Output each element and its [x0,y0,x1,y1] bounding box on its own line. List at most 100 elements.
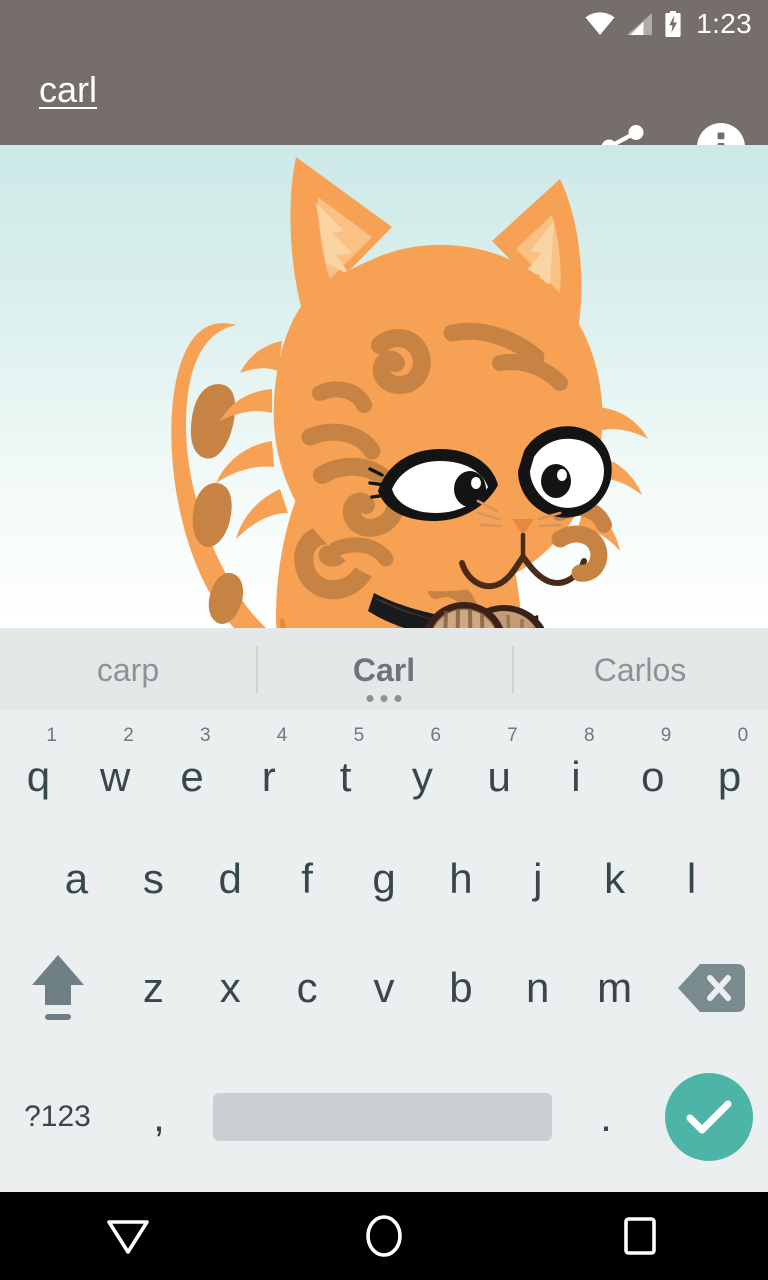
cellular-signal-icon [626,12,653,36]
android-navigation-bar [0,1192,768,1280]
suggestion-label: Carl [352,651,416,688]
app-toolbar: carl [0,48,768,177]
key-label: k [604,854,626,902]
key-u[interactable]: 7 u [461,711,538,824]
key-label: z [142,963,164,1011]
key-label: i [571,752,581,800]
enter-circle [665,1073,753,1161]
key-q[interactable]: 1 q [0,711,77,824]
suggestion-item-0[interactable]: carp [0,628,256,711]
key-comma[interactable]: , [115,1093,203,1141]
suggestion-item-1[interactable]: Carl [256,628,512,711]
suggestion-label: Carlos [593,651,687,688]
status-bar: 1:23 [0,0,768,48]
key-i[interactable]: 8 i [538,711,615,824]
search-input[interactable]: carl [39,68,567,112]
key-v[interactable]: v [346,933,423,1042]
key-a[interactable]: a [38,824,115,933]
key-label: t [339,752,352,800]
back-triangle-icon [107,1220,149,1254]
key-label: , [153,1093,165,1141]
checkmark-icon [686,1100,732,1134]
wifi-icon [585,12,615,36]
nav-home-button[interactable] [256,1214,512,1258]
key-c[interactable]: c [269,933,346,1042]
key-hint: 8 [583,725,595,746]
key-label: n [526,963,550,1011]
key-symbols-toggle[interactable]: ?123 [0,1100,115,1134]
key-hint: 7 [507,725,518,746]
key-hint: 6 [430,725,441,746]
key-hint: 3 [199,725,211,746]
key-label: f [301,854,313,902]
key-space[interactable] [213,1093,552,1141]
on-screen-keyboard: 1 q 2 w 3 e 4 r 5 t 6 y 7 u 8 i 9 o 0 p … [0,711,768,1192]
suggestion-label: carp [96,651,160,688]
key-shift[interactable] [0,933,115,1042]
key-b[interactable]: b [422,933,499,1042]
key-g[interactable]: g [346,824,423,933]
key-hint: 2 [123,725,134,746]
image-preview-area[interactable] [0,145,768,628]
keyboard-row-2: a s d f g h j k l [0,824,768,933]
key-label: x [219,963,241,1011]
key-e[interactable]: 3 e [154,711,231,824]
key-backspace[interactable] [653,933,768,1042]
key-o[interactable]: 9 o [614,711,691,824]
key-label: a [64,854,89,902]
shift-arrow-icon [31,954,84,1020]
key-hint: 1 [46,725,57,746]
phone-screen: 1:23 carl carp Carl Carlos 1 q 2 w 3 e 4… [0,0,768,1280]
cat-illustration-image [0,145,768,628]
key-label: h [449,854,473,902]
keyboard-row-1: 1 q 2 w 3 e 4 r 5 t 6 y 7 u 8 i 9 o 0 p [0,711,768,824]
key-z[interactable]: z [115,933,192,1042]
key-label: v [373,963,395,1011]
key-m[interactable]: m [576,933,653,1042]
key-label: d [218,854,242,902]
search-input-value: carl [39,69,98,110]
key-hint: 4 [276,725,288,746]
key-x[interactable]: x [192,933,269,1042]
key-h[interactable]: h [422,824,499,933]
backspace-icon [677,963,745,1012]
key-hint: 5 [353,725,365,746]
key-label: c [296,963,318,1011]
status-bar-clock: 1:23 [696,8,752,39]
suggestion-item-2[interactable]: Carlos [512,628,768,711]
key-d[interactable]: d [192,824,269,933]
key-hint: 9 [660,725,672,746]
suggestion-more-dots-icon[interactable] [366,695,402,702]
key-label: r [261,752,276,800]
key-l[interactable]: l [653,824,730,933]
keyboard-row-4: ?123 , . [0,1042,768,1192]
key-label: j [533,854,543,902]
key-label: g [372,854,396,902]
key-label: . [600,1093,612,1141]
key-j[interactable]: j [499,824,576,933]
key-label: s [142,854,164,902]
keyboard-row-3: z x c v b n m [0,933,768,1042]
key-hint: 0 [737,725,749,746]
key-label: b [449,963,473,1011]
key-n[interactable]: n [499,933,576,1042]
key-s[interactable]: s [115,824,192,933]
key-enter-done[interactable] [650,1073,768,1161]
nav-back-button[interactable] [0,1216,256,1256]
key-y[interactable]: 6 y [384,711,461,824]
key-p[interactable]: 0 p [691,711,768,824]
key-w[interactable]: 2 w [77,711,154,824]
keyboard-suggestion-strip: carp Carl Carlos [0,628,768,711]
nav-recents-button[interactable] [512,1215,768,1257]
key-f[interactable]: f [269,824,346,933]
key-label: m [597,963,633,1011]
home-circle-icon [366,1215,402,1257]
key-period[interactable]: . [562,1093,650,1141]
key-t[interactable]: 5 t [307,711,384,824]
battery-charging-icon [664,11,682,37]
key-k[interactable]: k [576,824,653,933]
key-label: ?123 [24,1100,91,1133]
key-label: l [686,854,697,902]
key-r[interactable]: 4 r [230,711,307,824]
recents-square-icon [624,1217,656,1255]
